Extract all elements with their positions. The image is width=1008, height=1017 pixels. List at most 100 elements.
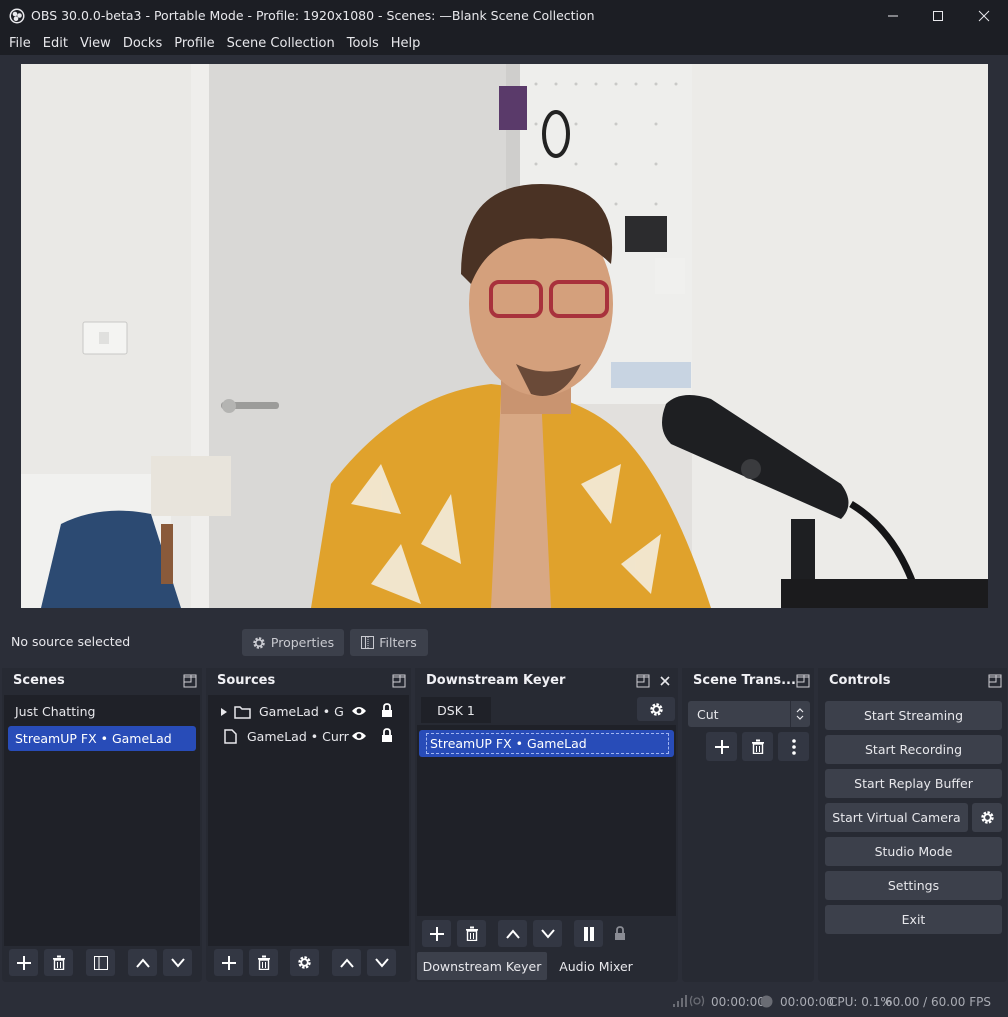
sources-toolbar <box>208 946 409 980</box>
exit-button[interactable]: Exit <box>825 905 1002 934</box>
virtual-camera-settings-button[interactable] <box>972 803 1002 832</box>
float-dock-icon[interactable] <box>636 674 650 688</box>
expand-arrow-icon[interactable] <box>220 707 228 717</box>
start-replay-buffer-button[interactable]: Start Replay Buffer <box>825 769 1002 798</box>
scene-item[interactable]: Just Chatting <box>8 699 196 724</box>
title-bar: OBS 30.0.0-beta3 - Portable Mode - Profi… <box>0 0 1008 31</box>
tab-dsk-1[interactable]: DSK 1 <box>421 697 491 723</box>
move-scene-up-button[interactable] <box>128 949 157 976</box>
chevron-down-icon <box>374 957 389 968</box>
remove-source-button[interactable] <box>249 949 278 976</box>
float-dock-icon[interactable] <box>988 674 1002 688</box>
gear-icon <box>980 811 994 824</box>
trash-icon <box>52 955 65 970</box>
trash-icon <box>465 926 478 941</box>
lock-icon[interactable] <box>381 703 393 718</box>
file-icon <box>224 729 237 744</box>
minimize-icon <box>888 15 898 16</box>
settings-button[interactable]: Settings <box>825 871 1002 900</box>
transition-menu-button[interactable] <box>778 732 809 761</box>
minimize-button[interactable] <box>870 0 916 31</box>
menu-profile[interactable]: Profile <box>168 36 220 51</box>
start-recording-button[interactable]: Start Recording <box>825 735 1002 764</box>
menu-docks[interactable]: Docks <box>117 36 168 51</box>
record-time: 00:00:00 <box>780 995 834 1009</box>
move-dsk-up-button[interactable] <box>498 920 527 947</box>
tab-downstream-keyer[interactable]: Downstream Keyer <box>417 952 547 980</box>
dsk-scene-item-selected[interactable]: StreamUP FX • GameLad <box>419 730 674 757</box>
trash-icon <box>751 739 764 754</box>
menu-tools[interactable]: Tools <box>341 36 385 51</box>
float-dock-icon[interactable] <box>392 674 406 688</box>
close-button[interactable] <box>961 0 1007 31</box>
pause-icon <box>583 926 594 941</box>
selected-source-label: No source selected <box>11 634 131 649</box>
menu-help[interactable]: Help <box>385 36 427 51</box>
remove-scene-button[interactable] <box>44 949 73 976</box>
remove-transition-button[interactable] <box>742 732 773 761</box>
source-label: GameLad • Grou <box>259 704 343 719</box>
scene-filters-button[interactable] <box>86 949 115 976</box>
menu-edit[interactable]: Edit <box>37 36 74 51</box>
fps-readout: 60.00 / 60.00 FPS <box>885 995 991 1009</box>
context-bar: No source selected Properties Filters <box>2 624 1006 660</box>
properties-button[interactable]: Properties <box>242 629 344 656</box>
lock-icon[interactable] <box>381 728 393 743</box>
move-dsk-down-button[interactable] <box>533 920 562 947</box>
move-source-down-button[interactable] <box>367 949 396 976</box>
transition-value: Cut <box>697 706 719 722</box>
tab-label: DSK 1 <box>437 702 475 718</box>
dock-title: Sources <box>217 673 276 688</box>
studio-mode-button[interactable]: Studio Mode <box>825 837 1002 866</box>
menu-view[interactable]: View <box>74 36 117 51</box>
button-label: Studio Mode <box>874 844 953 859</box>
button-label: Start Replay Buffer <box>854 776 973 791</box>
source-properties-button[interactable] <box>290 949 319 976</box>
float-dock-icon[interactable] <box>796 674 810 688</box>
chevron-up-icon <box>135 957 150 968</box>
folder-icon <box>234 705 251 719</box>
pause-button[interactable] <box>574 920 603 947</box>
move-source-up-button[interactable] <box>332 949 361 976</box>
dsk-toolbar <box>417 918 676 948</box>
dock-title: Scene Trans... <box>693 673 796 688</box>
spin-arrows-icon <box>796 708 804 720</box>
source-item[interactable]: GameLad • Curren <box>212 724 405 749</box>
program-preview[interactable] <box>21 64 988 608</box>
record-status-icon <box>760 995 773 1008</box>
menu-bar: File Edit View Docks Profile Scene Colle… <box>0 31 1008 55</box>
remove-dsk-scene-button[interactable] <box>457 920 486 947</box>
source-item-group[interactable]: GameLad • Grou <box>212 699 405 724</box>
start-streaming-button[interactable]: Start Streaming <box>825 701 1002 730</box>
eye-icon[interactable] <box>351 730 367 742</box>
start-virtual-camera-button[interactable]: Start Virtual Camera <box>825 803 968 832</box>
maximize-icon <box>933 10 943 21</box>
dsk-tab-bar: DSK 1 <box>417 695 676 725</box>
scene-item-selected[interactable]: StreamUP FX • GameLad <box>8 726 196 751</box>
add-source-button[interactable] <box>214 949 243 976</box>
trash-icon <box>257 955 270 970</box>
downstream-keyer-dock: Downstream Keyer DSK 1 StreamUP FX • Gam… <box>415 668 678 982</box>
eye-icon[interactable] <box>351 705 367 717</box>
menu-file[interactable]: File <box>3 36 37 51</box>
sources-dock: Sources GameLad • Grou GameLad • Curren <box>206 668 411 982</box>
move-scene-down-button[interactable] <box>163 949 192 976</box>
lock-icon[interactable] <box>614 926 626 941</box>
gear-icon <box>253 636 265 649</box>
menu-scene-collection[interactable]: Scene Collection <box>221 36 341 51</box>
chevron-up-icon <box>505 928 520 939</box>
add-dsk-scene-button[interactable] <box>422 920 451 947</box>
button-label: Exit <box>901 912 926 927</box>
tab-audio-mixer[interactable]: Audio Mixer <box>548 952 644 980</box>
close-icon <box>978 10 990 21</box>
maximize-button[interactable] <box>915 0 961 31</box>
float-dock-icon[interactable] <box>183 674 197 688</box>
add-transition-button[interactable] <box>706 732 737 761</box>
tab-label: Downstream Keyer <box>422 958 542 974</box>
add-scene-button[interactable] <box>9 949 38 976</box>
scene-label: StreamUP FX • GameLad <box>15 731 172 746</box>
filters-button[interactable]: Filters <box>350 629 428 656</box>
transition-select[interactable]: Cut <box>688 701 810 727</box>
dsk-settings-button[interactable] <box>637 697 675 721</box>
close-dock-icon[interactable] <box>658 674 672 688</box>
